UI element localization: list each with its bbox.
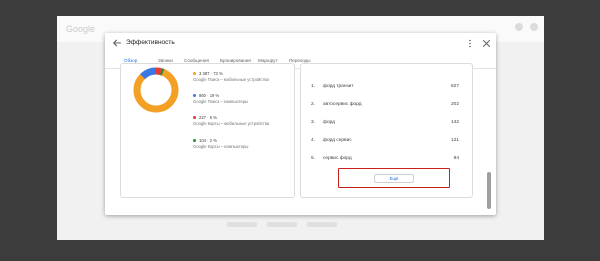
legend-dot	[193, 138, 196, 142]
account-icon	[530, 23, 538, 31]
legend-item: 860 · 19 % Google Поиск – компьютеры	[193, 92, 248, 104]
legend-value: 104 · 2 %	[199, 137, 217, 143]
placeholder-bar	[227, 222, 257, 227]
placeholder-bar	[307, 222, 337, 227]
more-vert-icon[interactable]	[467, 39, 473, 48]
query-count: 202	[450, 101, 459, 107]
query-count: 94	[453, 155, 459, 161]
query-text: форд	[323, 119, 335, 125]
query-text: форд транзит	[323, 83, 354, 89]
query-rank: 3.	[311, 119, 316, 125]
legend-item: 227 · 5 % Google Карты – мобильные устро…	[193, 114, 269, 126]
legend-value: 3 387 · 73 %	[199, 70, 223, 76]
query-rank: 4.	[311, 137, 316, 143]
query-rank: 2.	[311, 101, 316, 107]
background-icons	[515, 23, 538, 31]
query-row: 1. форд транзит 627	[311, 82, 459, 90]
query-rank: 1.	[311, 83, 316, 89]
highlight-frame: Ещё	[338, 168, 450, 188]
search-queries-card: 1. форд транзит 627 2. автосервис форд 2…	[300, 63, 473, 198]
query-count: 121	[450, 137, 459, 143]
background-content	[227, 222, 377, 236]
dialog-scrollbar[interactable]	[486, 69, 492, 209]
query-rank: 5.	[311, 155, 316, 161]
query-text: автосервис форд	[323, 101, 362, 107]
dialog-title: Эффективность	[126, 39, 175, 46]
query-row: 5. сервис форд 94	[311, 154, 459, 162]
more-button[interactable]: Ещё	[374, 174, 414, 183]
legend-value: 860 · 19 %	[199, 92, 220, 98]
query-row: 4. форд сервис 121	[311, 136, 459, 144]
legend-dot	[193, 93, 196, 97]
legend-label: Google Поиск – мобильные устройства	[193, 77, 269, 82]
legend-dot	[193, 115, 196, 119]
apps-icon	[515, 23, 523, 31]
query-text: форд сервис	[323, 137, 352, 143]
query-count: 142	[450, 119, 459, 125]
legend-item: 104 · 2 % Google Карты – компьютеры	[193, 137, 248, 149]
query-row: 3. форд 142	[311, 118, 459, 126]
views-donut-chart	[133, 67, 179, 113]
views-breakdown-card: 3 387 · 73 % Google Поиск – мобильные ус…	[120, 63, 295, 198]
dialog-header: Эффективность	[105, 33, 496, 55]
background-logo: Google	[66, 24, 96, 34]
scrollbar-thumb[interactable]	[487, 172, 491, 209]
performance-dialog: Эффективность Обзор Звонки Сообщения Бро…	[105, 33, 496, 215]
close-icon[interactable]	[482, 39, 491, 48]
query-count: 627	[450, 83, 459, 89]
legend-label: Google Поиск – компьютеры	[193, 99, 249, 104]
placeholder-bar	[267, 222, 297, 227]
legend-label: Google Карты – мобильные устройства	[193, 121, 270, 126]
legend-item: 3 387 · 73 % Google Поиск – мобильные ус…	[193, 70, 269, 82]
back-arrow-icon[interactable]	[112, 38, 122, 48]
legend-value: 227 · 5 %	[199, 114, 217, 120]
query-text: сервис форд	[323, 155, 352, 161]
query-row: 2. автосервис форд 202	[311, 100, 459, 108]
legend-label: Google Карты – компьютеры	[193, 144, 249, 149]
legend-dot	[193, 71, 196, 75]
